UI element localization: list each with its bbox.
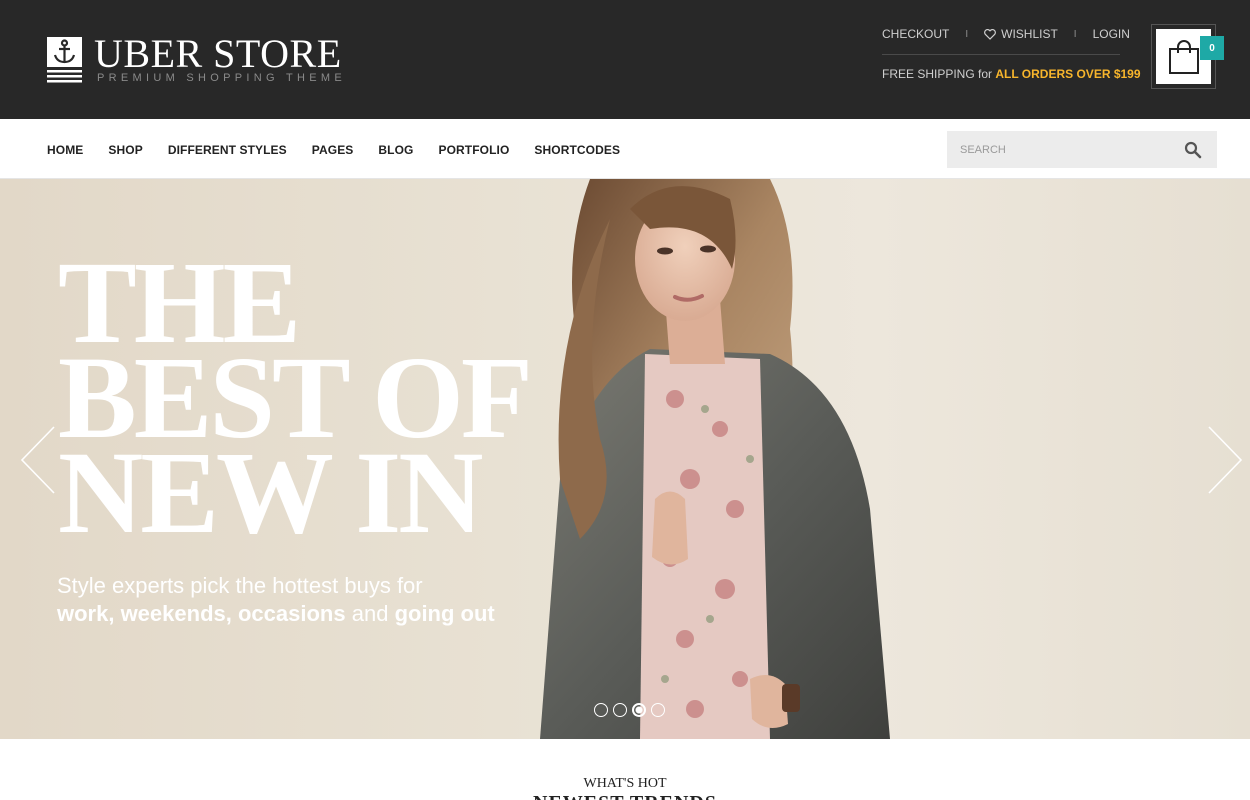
hero-keyword-going-out: going out xyxy=(394,601,495,626)
nav-item-shortcodes[interactable]: SHORTCODES xyxy=(534,143,620,157)
hero-headline: THE BEST OF NEW IN xyxy=(58,244,533,558)
heart-icon xyxy=(984,28,997,40)
nav-item-home[interactable]: HOME xyxy=(47,143,83,157)
main-navigation: HOME SHOP DIFFERENT STYLES PAGES BLOG PO… xyxy=(0,119,1250,179)
anchor-logo-icon xyxy=(47,37,82,83)
shopping-bag-icon xyxy=(1168,39,1199,74)
shipping-notice: FREE SHIPPING for ALL ORDERS OVER $199 xyxy=(882,67,1141,81)
nav-item-shop[interactable]: SHOP xyxy=(108,143,142,157)
hero-slider: THE BEST OF NEW IN Style experts pick th… xyxy=(0,179,1250,739)
section-title: NEWEST TRENDS xyxy=(0,792,1250,800)
slider-next-arrow-icon[interactable] xyxy=(1205,425,1245,495)
slider-dot-2[interactable] xyxy=(613,703,627,717)
link-separator: I xyxy=(1073,28,1077,40)
account-links: CHECKOUT I WISHLIST I LOGIN xyxy=(882,27,1130,41)
search-box xyxy=(947,131,1217,168)
slider-dot-3[interactable] xyxy=(632,703,646,717)
nav-item-pages[interactable]: PAGES xyxy=(312,143,354,157)
search-input[interactable] xyxy=(947,131,1177,168)
hero-headline-line-3: NEW IN xyxy=(58,427,483,558)
hero-subline-text: Style experts pick the hottest buys for xyxy=(57,573,423,598)
hero-subline: Style experts pick the hottest buys for … xyxy=(57,572,495,628)
wishlist-link[interactable]: WISHLIST xyxy=(984,27,1058,41)
nav-item-portfolio[interactable]: PORTFOLIO xyxy=(438,143,509,157)
slider-prev-arrow-icon[interactable] xyxy=(18,425,58,495)
search-icon[interactable] xyxy=(1184,141,1202,159)
slider-pagination xyxy=(594,703,665,717)
wishlist-label: WISHLIST xyxy=(1001,27,1058,41)
hero-keyword-work: work, weekends, xyxy=(57,601,232,626)
slider-dot-1[interactable] xyxy=(594,703,608,717)
nav-menu: HOME SHOP DIFFERENT STYLES PAGES BLOG PO… xyxy=(47,143,645,157)
checkout-link[interactable]: CHECKOUT xyxy=(882,27,949,41)
top-header: UBER STORE PREMIUM SHOPPING THEME CHECKO… xyxy=(0,0,1250,119)
hero-keyword-occasions: occasions xyxy=(237,601,346,626)
header-divider xyxy=(882,54,1120,55)
hero-subline-and: and xyxy=(351,601,389,626)
shipping-prefix: FREE SHIPPING for xyxy=(882,67,996,81)
slider-dot-4[interactable] xyxy=(651,703,665,717)
hero-subline-keywords: work, weekends, occasions and going out xyxy=(57,600,495,628)
brand-subtitle: PREMIUM SHOPPING THEME xyxy=(97,72,347,84)
hero-model-image xyxy=(540,179,890,739)
brand-title: UBER STORE xyxy=(94,31,342,76)
login-link[interactable]: LOGIN xyxy=(1093,27,1130,41)
nav-item-different-styles[interactable]: DIFFERENT STYLES xyxy=(168,143,287,157)
section-eyebrow: WHAT'S HOT xyxy=(583,776,667,791)
link-separator: I xyxy=(965,28,969,40)
nav-item-blog[interactable]: BLOG xyxy=(378,143,413,157)
cart-count-badge: 0 xyxy=(1200,36,1224,60)
shipping-highlight: ALL ORDERS OVER $199 xyxy=(995,67,1141,81)
